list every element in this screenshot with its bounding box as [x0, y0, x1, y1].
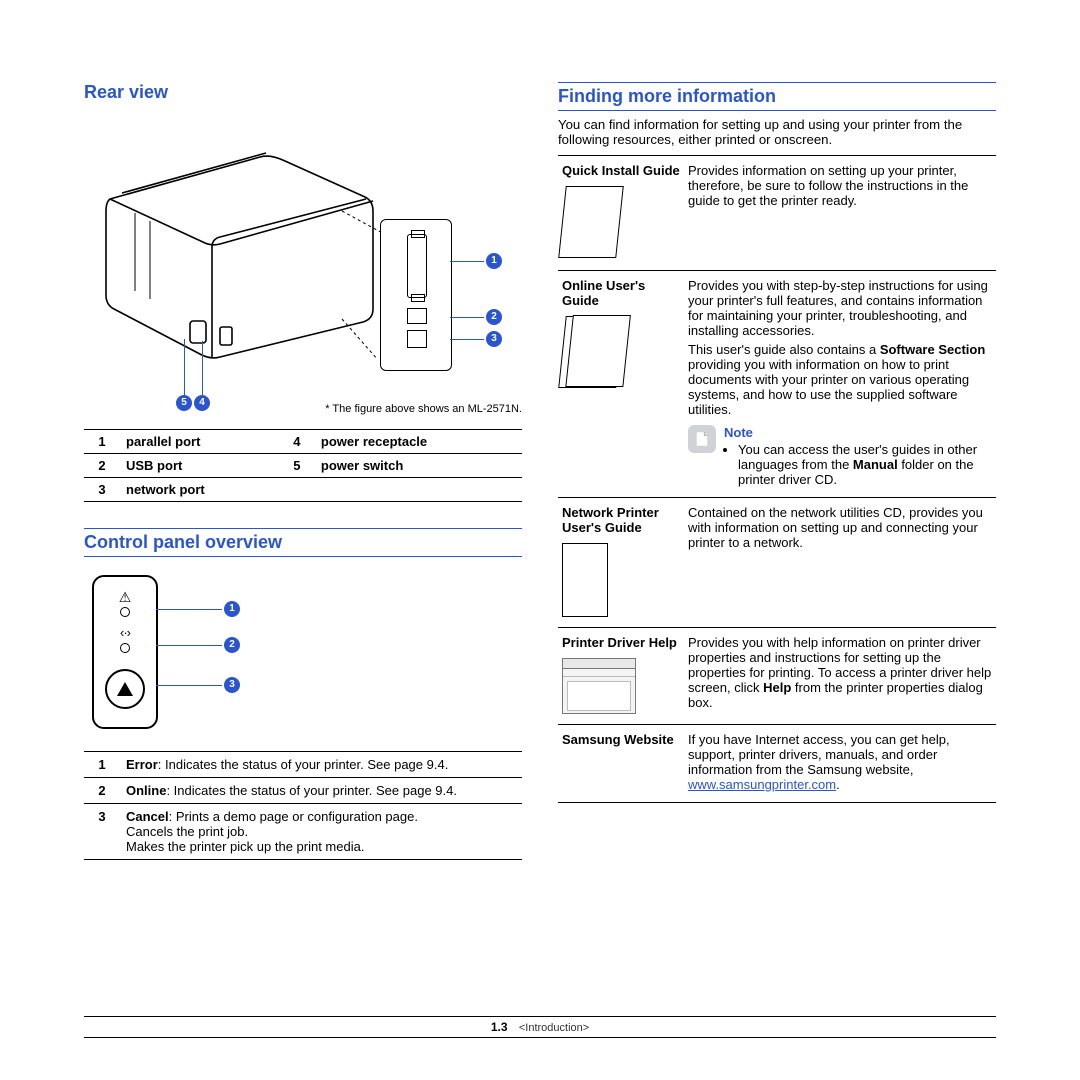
resource-title: Online User's Guide [562, 278, 680, 308]
callout-3: 3 [486, 331, 502, 347]
page-number: 1.3 [491, 1020, 508, 1034]
cp-num: 2 [84, 778, 120, 804]
leader-line [450, 339, 484, 340]
resource-title: Samsung Website [562, 732, 680, 747]
part-num: 4 [279, 430, 315, 454]
cp-callout-2: 2 [224, 637, 240, 653]
part-num: 2 [84, 454, 120, 478]
callout-1: 1 [486, 253, 502, 269]
manual-icon [562, 543, 608, 617]
resource-title: Network Printer User's Guide [562, 505, 680, 535]
rear-view-figure: 1 2 3 4 5 [84, 119, 522, 399]
note-text: You can access the user's guides in othe… [738, 442, 992, 487]
leader-line [450, 261, 484, 262]
part-label: power receptacle [315, 430, 522, 454]
right-column: Finding more information You can find in… [558, 82, 996, 1012]
parallel-port-icon [407, 234, 427, 298]
printer-line-art [90, 139, 390, 359]
rear-parts-table: 1 parallel port 4 power receptacle 2 USB… [84, 429, 522, 502]
leader-line [156, 685, 222, 686]
control-panel-figure: ⚠ ‹·› 1 2 3 [84, 571, 522, 741]
cancel-button-icon [105, 669, 145, 709]
part-num: 1 [84, 430, 120, 454]
figure-caption: * The figure above shows an ML-2571N. [84, 403, 522, 415]
resource-title: Quick Install Guide [562, 163, 680, 178]
online-led-icon [120, 643, 130, 653]
cp-extra: Makes the printer pick up the print medi… [126, 839, 516, 854]
error-led-icon [120, 607, 130, 617]
cp-desc: Cancel: Prints a demo page or configurat… [120, 804, 522, 860]
resources-table: Quick Install Guide Provides information… [558, 155, 996, 803]
resource-desc: Contained on the network utilities CD, p… [684, 498, 996, 628]
window-icon [562, 658, 636, 714]
callout-2: 2 [486, 309, 502, 325]
caption-model: ML-2571N. [468, 403, 522, 415]
finding-info-intro: You can find information for setting up … [558, 117, 996, 147]
online-icon: ‹·› [120, 625, 130, 640]
resource-desc: Provides you with help information on pr… [684, 628, 996, 725]
control-panel-heading: Control panel overview [84, 528, 522, 557]
cp-desc: Error: Indicates the status of your prin… [120, 752, 522, 778]
cp-num: 1 [84, 752, 120, 778]
resource-row: Network Printer User's Guide Contained o… [558, 498, 996, 628]
leader-line [156, 645, 222, 646]
part-num: 3 [84, 478, 120, 502]
part-label: network port [120, 478, 279, 502]
cp-extra: Cancels the print job. [126, 824, 516, 839]
resource-desc: If you have Internet access, you can get… [684, 725, 996, 803]
booklet-icon [558, 316, 624, 388]
leader-line [184, 339, 185, 395]
callout-5: 5 [176, 395, 192, 411]
network-port-icon [407, 330, 427, 348]
leader-line [202, 341, 203, 395]
note-label: Note [724, 425, 992, 440]
resource-row: Quick Install Guide Provides information… [558, 156, 996, 271]
resource-row: Samsung Website If you have Internet acc… [558, 725, 996, 803]
chapter-label: <Introduction> [519, 1022, 589, 1034]
resource-title: Printer Driver Help [562, 635, 680, 650]
samsung-website-link[interactable]: www.samsungprinter.com [688, 777, 836, 792]
leader-line [156, 609, 222, 610]
resource-row: Printer Driver Help Provides you with he… [558, 628, 996, 725]
resource-row: Online User's Guide Provides you with st… [558, 271, 996, 498]
resource-desc: Provides you with step-by-step instructi… [684, 271, 996, 498]
page: Rear view [84, 82, 996, 1012]
left-column: Rear view [84, 82, 522, 1012]
leader-line [450, 317, 484, 318]
part-label: parallel port [120, 430, 279, 454]
rear-ports-zoom [380, 219, 452, 371]
warning-icon: ⚠ [119, 589, 132, 606]
control-panel-table: 1 Error: Indicates the status of your pr… [84, 751, 522, 860]
part-label: power switch [315, 454, 522, 478]
cp-callout-1: 1 [224, 601, 240, 617]
part-num: 5 [279, 454, 315, 478]
cp-desc: Online: Indicates the status of your pri… [120, 778, 522, 804]
callout-4: 4 [194, 395, 210, 411]
booklet-icon [558, 186, 624, 258]
control-panel: ⚠ ‹·› [92, 575, 158, 729]
cp-callout-3: 3 [224, 677, 240, 693]
cp-num: 3 [84, 804, 120, 860]
page-footer: 1.3 <Introduction> [84, 1016, 996, 1038]
finding-info-heading: Finding more information [558, 82, 996, 111]
part-label: USB port [120, 454, 279, 478]
rear-view-heading: Rear view [84, 82, 522, 103]
usb-port-icon [407, 308, 427, 324]
note-block: Note You can access the user's guides in… [688, 425, 992, 487]
note-icon [688, 425, 716, 453]
caption-text: * The figure above shows an [325, 403, 467, 415]
resource-desc: Provides information on setting up your … [684, 156, 996, 271]
